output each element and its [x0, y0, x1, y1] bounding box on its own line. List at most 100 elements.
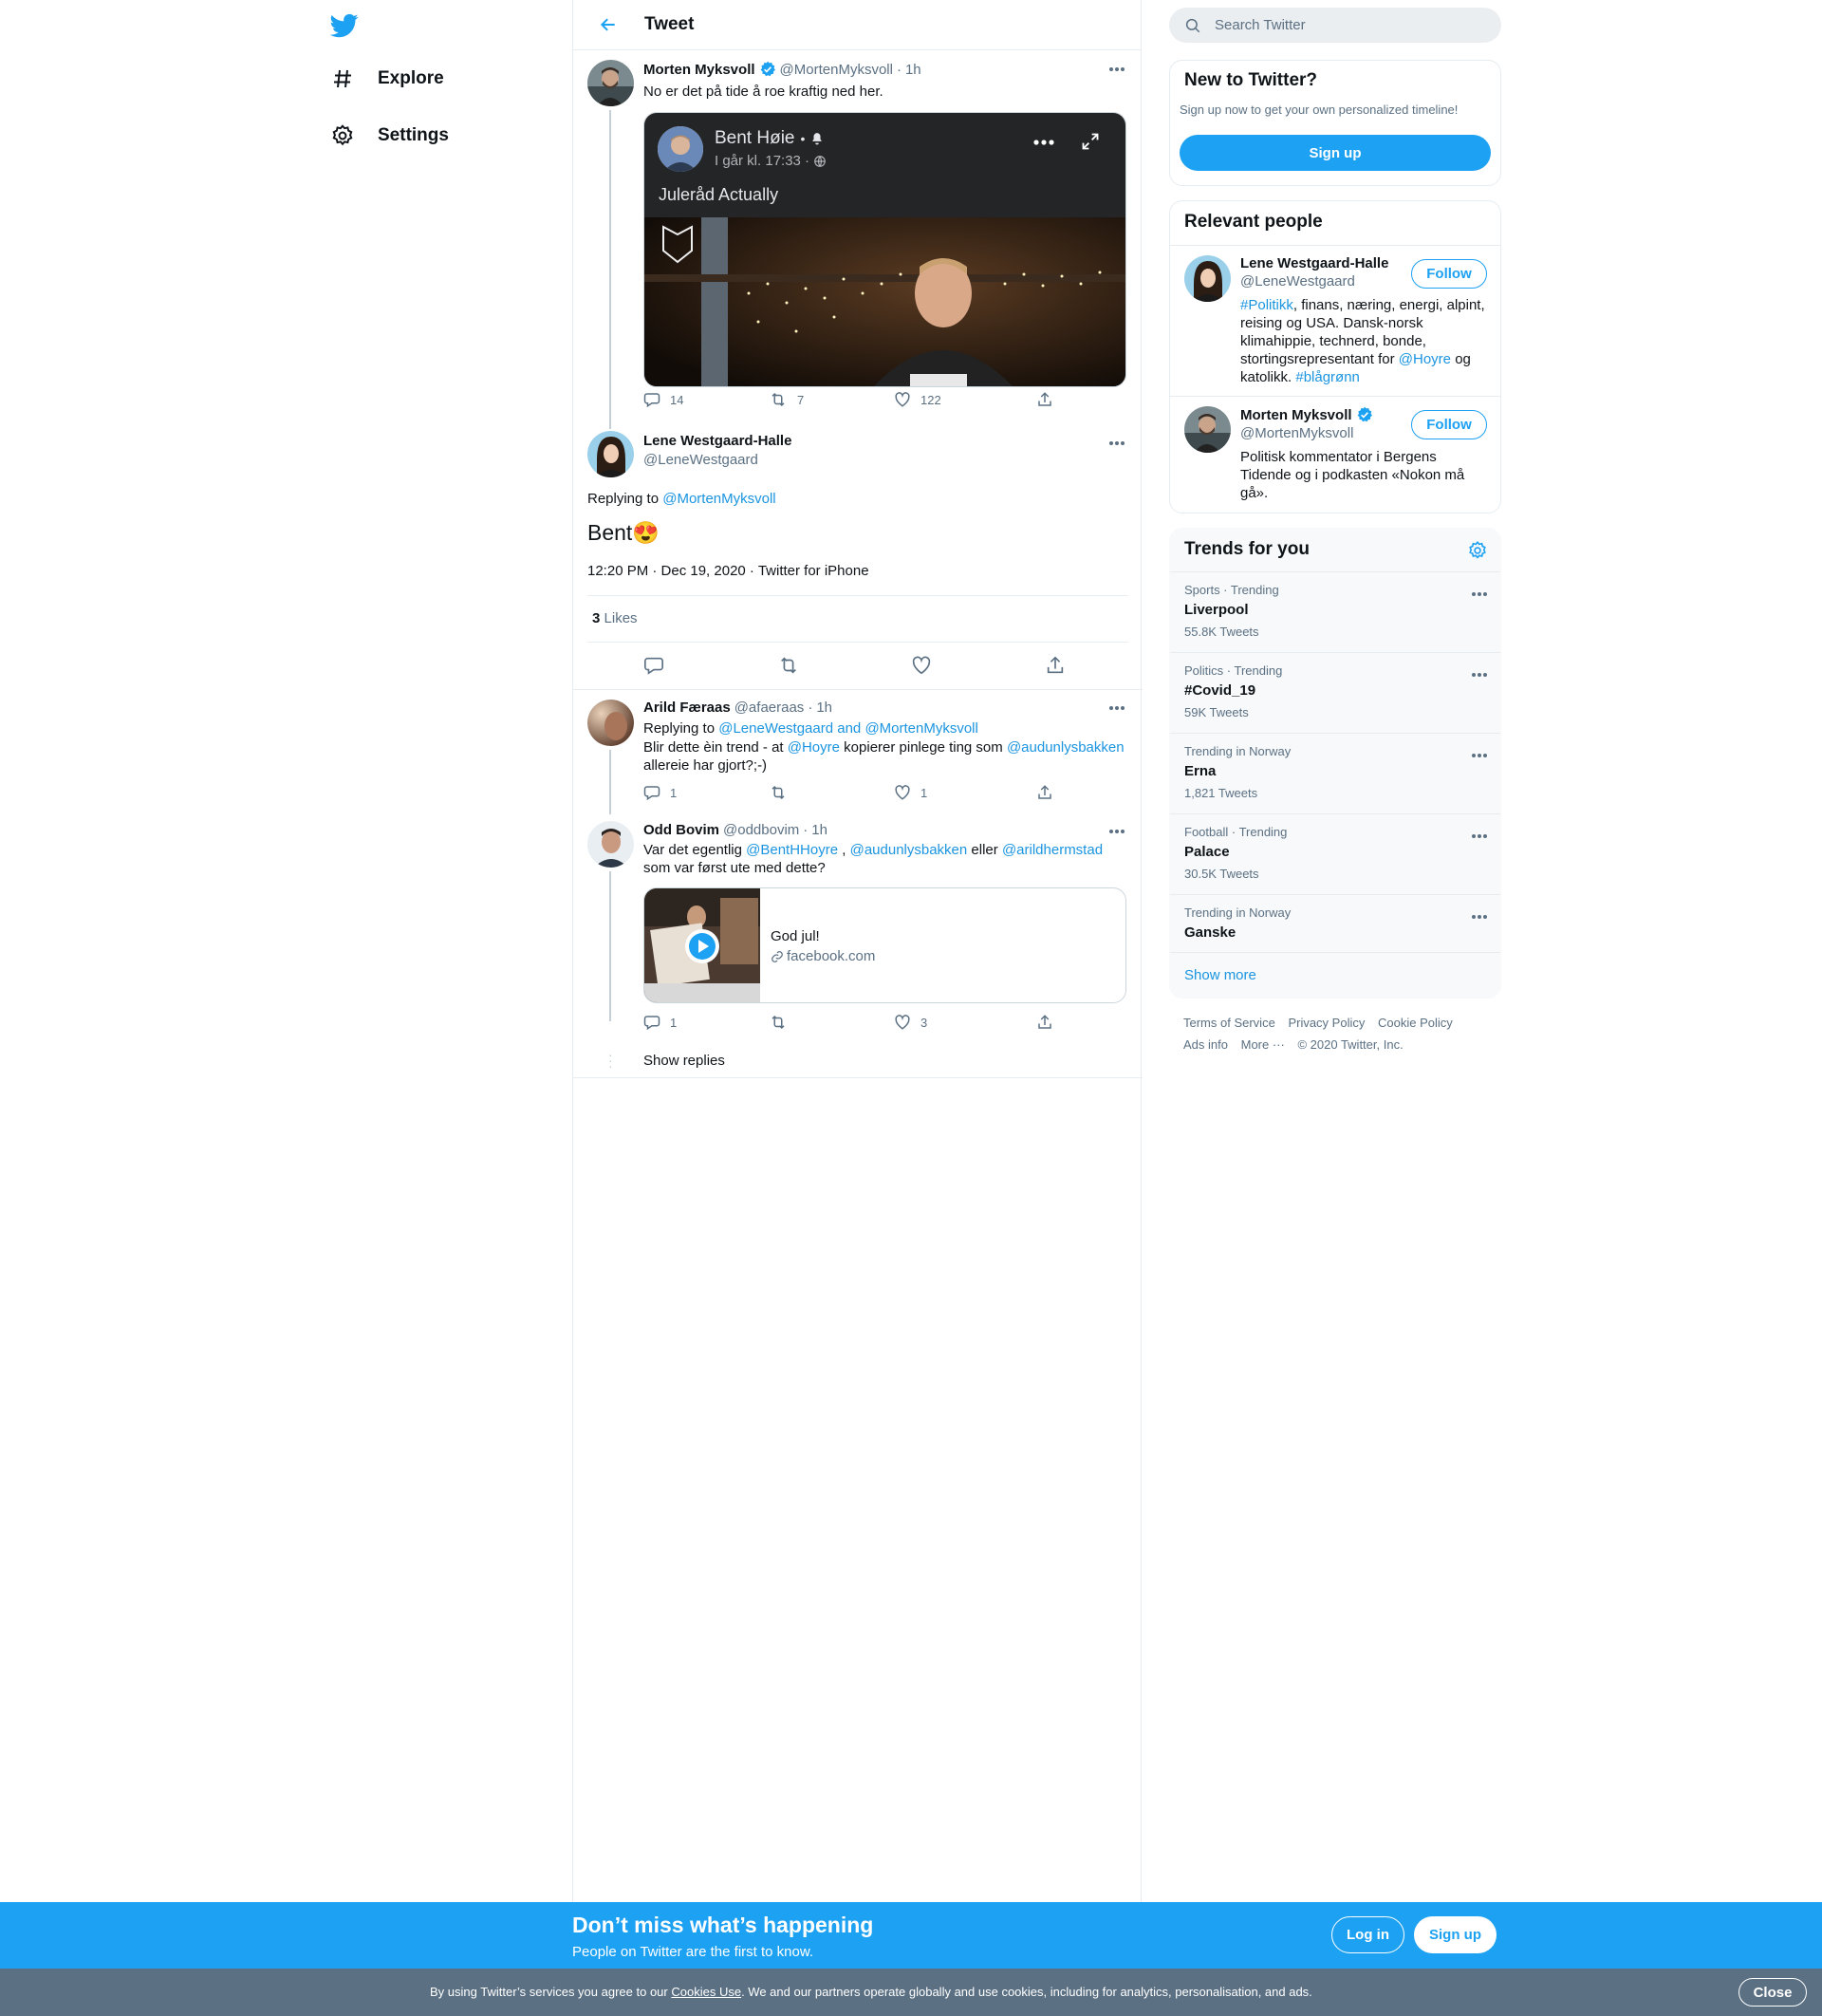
tweet-time[interactable]: 1h [816, 700, 832, 716]
more-icon[interactable] [1468, 586, 1491, 603]
person-card[interactable]: Morten Myksvoll @MortenMyksvoll Follow P… [1170, 396, 1500, 513]
author-name[interactable]: Arild Færaas [643, 700, 731, 716]
hashtag-link[interactable]: #Politikk [1240, 297, 1293, 313]
person-card[interactable]: Lene Westgaard-Halle @LeneWestgaard Foll… [1170, 245, 1500, 397]
like-button[interactable]: 122 [894, 391, 1036, 408]
more-icon[interactable] [1106, 435, 1128, 452]
privacy-link[interactable]: Privacy Policy [1288, 1016, 1365, 1030]
trend-item[interactable]: Politics · Trending #Covid_19 59K Tweets [1170, 652, 1500, 733]
author-name[interactable]: Morten Myksvoll [643, 62, 755, 78]
mention-link[interactable]: @arildhermstad [1002, 842, 1103, 858]
more-icon[interactable] [1106, 700, 1128, 717]
trend-item[interactable]: Sports · Trending Liverpool 55.8K Tweets [1170, 571, 1500, 652]
link-preview-card[interactable]: God jul! facebook.com [643, 887, 1126, 1003]
replying-mention[interactable]: @LeneWestgaard and @MortenMyksvoll [718, 720, 978, 737]
reply-button[interactable]: 1 [643, 784, 769, 801]
trends-panel: Trends for you Sports · Trending Liverpo… [1169, 528, 1501, 999]
follow-button[interactable]: Follow [1411, 410, 1487, 439]
share-button[interactable] [1036, 391, 1053, 408]
person-name[interactable]: Lene Westgaard-Halle [1240, 255, 1388, 271]
author-handle[interactable]: @MortenMyksvoll [780, 62, 893, 78]
mention-link[interactable]: @Hoyre [788, 739, 840, 756]
follow-button[interactable]: Follow [1411, 259, 1487, 289]
twitter-logo-icon[interactable] [330, 11, 359, 40]
author-name[interactable]: Lene Westgaard-Halle [643, 433, 791, 449]
mention-link[interactable]: @audunlysbakken [850, 842, 968, 858]
sign-up-button[interactable]: Sign up [1180, 135, 1491, 171]
divider [587, 642, 1128, 643]
retweet-button[interactable] [777, 655, 911, 676]
retweet-button[interactable] [769, 784, 894, 801]
page-title: Tweet [644, 14, 695, 34]
sign-up-button[interactable]: Sign up [1414, 1916, 1497, 1953]
more-icon[interactable] [1468, 908, 1491, 925]
replying-mention[interactable]: @MortenMyksvoll [662, 491, 775, 507]
divider [587, 595, 1128, 596]
avatar[interactable] [587, 431, 634, 477]
trend-item[interactable]: Trending in Norway Erna 1,821 Tweets [1170, 733, 1500, 813]
like-button[interactable] [911, 655, 1045, 676]
author-handle[interactable]: @afaeraas [734, 700, 805, 716]
person-handle[interactable]: @LeneWestgaard [1240, 273, 1355, 289]
like-icon [894, 391, 911, 408]
avatar[interactable] [587, 821, 634, 868]
avatar[interactable] [587, 60, 634, 106]
trend-item[interactable]: Football · Trending Palace 30.5K Tweets [1170, 813, 1500, 894]
like-button[interactable]: 1 [894, 784, 1036, 801]
close-button[interactable]: Close [1738, 1978, 1807, 2007]
reply-button[interactable]: 1 [643, 1014, 769, 1031]
avatar[interactable] [587, 700, 634, 746]
reply-button[interactable]: 14 [643, 391, 769, 408]
trend-item[interactable]: Trending in Norway Ganske [1170, 894, 1500, 952]
tweet-media[interactable]: Bent Høie • I går kl. 17:33 · Juleråd Ac… [643, 112, 1126, 387]
more-icon[interactable] [1106, 61, 1128, 78]
tweet-timestamp[interactable]: 12:20 PM · Dec 19, 2020 · Twitter for iP… [587, 562, 869, 580]
reply-button[interactable] [643, 655, 777, 676]
retweet-button[interactable] [769, 1014, 894, 1031]
avatar[interactable] [1184, 255, 1231, 302]
play-icon[interactable] [685, 929, 719, 963]
tweet-time[interactable]: 1h [811, 822, 827, 838]
show-more-link[interactable]: Show more [1184, 967, 1256, 983]
author-name[interactable]: Odd Bovim [643, 822, 719, 838]
search-bar[interactable] [1169, 8, 1501, 43]
mention-link[interactable]: @audunlysbakken [1007, 739, 1125, 756]
ads-info-link[interactable]: Ads info [1183, 1037, 1228, 1052]
author-handle[interactable]: @LeneWestgaard [643, 452, 758, 468]
search-input[interactable] [1215, 17, 1480, 33]
author-handle[interactable]: @oddbovim [723, 822, 799, 838]
person-name[interactable]: Morten Myksvoll [1240, 407, 1352, 423]
like-button[interactable]: 3 [894, 1014, 1036, 1031]
gear-icon[interactable] [1467, 540, 1488, 561]
parent-tweet[interactable]: Morten Myksvoll @MortenMyksvoll · 1h No … [573, 51, 1143, 431]
cookies-use-link[interactable]: Cookies Use [671, 1985, 741, 1999]
likes-stat[interactable]: 3 Likes [592, 609, 638, 627]
like-icon [894, 784, 911, 801]
share-button[interactable] [1036, 1014, 1053, 1031]
nav-settings[interactable]: Settings [328, 121, 449, 150]
more-icon[interactable] [1106, 823, 1128, 840]
show-more-row[interactable]: Show more [1170, 952, 1500, 998]
like-icon [911, 655, 932, 676]
back-arrow-icon[interactable] [589, 6, 627, 44]
show-replies-link[interactable]: Show replies [643, 1052, 725, 1070]
retweet-button[interactable]: 7 [769, 391, 894, 408]
more-icon[interactable] [1468, 828, 1491, 845]
mention-link[interactable]: @Hoyre [1399, 351, 1451, 367]
reply-tweet[interactable]: Odd Bovim @oddbovim · 1h Var det egentli… [573, 814, 1143, 1078]
nav-explore[interactable]: Explore [328, 65, 444, 93]
hashtag-link[interactable]: #blågrønn [1295, 369, 1360, 385]
cookie-policy-link[interactable]: Cookie Policy [1378, 1016, 1453, 1030]
terms-link[interactable]: Terms of Service [1183, 1016, 1275, 1030]
mention-link[interactable]: @BentHHoyre [746, 842, 838, 858]
more-icon[interactable] [1468, 666, 1491, 683]
more-icon[interactable] [1468, 747, 1491, 764]
share-button[interactable] [1045, 655, 1066, 676]
avatar[interactable] [1184, 406, 1231, 453]
log-in-button[interactable]: Log in [1331, 1916, 1404, 1953]
reply-tweet[interactable]: Arild Færaas @afaeraas · 1h Replying to … [573, 691, 1143, 814]
person-handle[interactable]: @MortenMyksvoll [1240, 425, 1353, 441]
tweet-time[interactable]: 1h [905, 62, 921, 78]
more-link[interactable]: More ··· [1241, 1037, 1285, 1052]
share-button[interactable] [1036, 784, 1053, 801]
